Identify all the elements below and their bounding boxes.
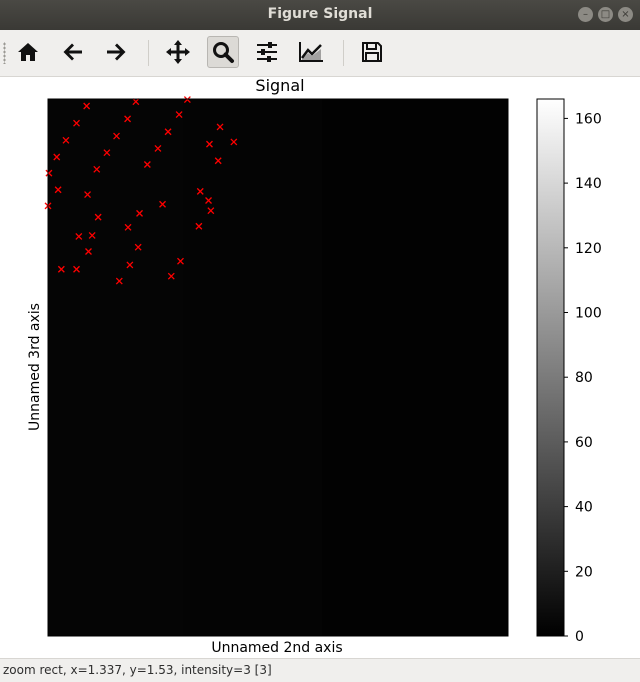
toolbar-separator [148, 40, 149, 66]
window-title: Figure Signal [267, 6, 373, 22]
colorbar-tick-label: 100 [575, 306, 602, 322]
magnifier-icon [213, 42, 234, 63]
maximize-icon: □ [600, 9, 611, 20]
home-button[interactable] [12, 36, 44, 68]
colorbar-tick-label: 160 [575, 111, 602, 127]
move-icon [166, 40, 190, 64]
colorbar-tick-label: 120 [575, 241, 602, 257]
status-bar: zoom rect, x=1.337, y=1.53, intensity=3 … [0, 658, 640, 682]
toolbar-grip[interactable] [3, 42, 6, 64]
toolbar-separator [343, 40, 344, 66]
line-chart-icon [299, 42, 323, 62]
colorbar-tick-label: 80 [575, 370, 593, 386]
figure-svg[interactable]: Signal Unnamed 2nd axis Unnamed 3rd axis… [0, 76, 640, 658]
colorbar: 0 20 40 60 80 100 120 140 160 [536, 98, 602, 645]
save-button[interactable] [356, 36, 388, 68]
x-axis-label: Unnamed 2nd axis [211, 640, 342, 656]
minimize-button[interactable]: – [578, 7, 593, 22]
minimize-icon: – [583, 9, 588, 20]
figure-canvas[interactable]: Signal Unnamed 2nd axis Unnamed 3rd axis… [0, 76, 640, 658]
sliders-icon [257, 42, 277, 62]
edit-axis-button[interactable] [295, 36, 327, 68]
heatmap-axes[interactable] [44, 96, 509, 637]
colorbar-tick-label: 140 [575, 176, 602, 192]
colorbar-tick-label: 20 [575, 564, 593, 580]
colorbar-ticks: 0 20 40 60 80 100 120 140 160 [564, 111, 602, 645]
back-button[interactable] [57, 36, 89, 68]
home-icon [18, 43, 38, 61]
colorbar-tick-label: 60 [575, 435, 593, 451]
close-icon: × [621, 9, 630, 20]
status-text: zoom rect, x=1.337, y=1.53, intensity=3 … [3, 663, 272, 677]
colorbar-gradient [536, 98, 565, 637]
colorbar-tick-label: 40 [575, 500, 593, 516]
maximize-button[interactable]: □ [598, 7, 613, 22]
arrow-right-icon [107, 43, 126, 61]
pan-button[interactable] [162, 36, 194, 68]
window-titlebar: Figure Signal – □ × [0, 0, 640, 30]
navigation-toolbar [0, 30, 640, 77]
floppy-disk-icon [362, 42, 382, 62]
plot-title: Signal [255, 77, 304, 95]
y-axis-label: Unnamed 3rd axis [27, 303, 43, 431]
arrow-left-icon [63, 43, 82, 61]
forward-button[interactable] [100, 36, 132, 68]
configure-subplots-button[interactable] [251, 36, 283, 68]
colorbar-tick-label: 0 [575, 629, 584, 645]
close-button[interactable]: × [618, 7, 633, 22]
heatmap-column-band [322, 99, 508, 636]
zoom-button[interactable] [207, 36, 239, 68]
heatmap-column-band [48, 99, 183, 636]
